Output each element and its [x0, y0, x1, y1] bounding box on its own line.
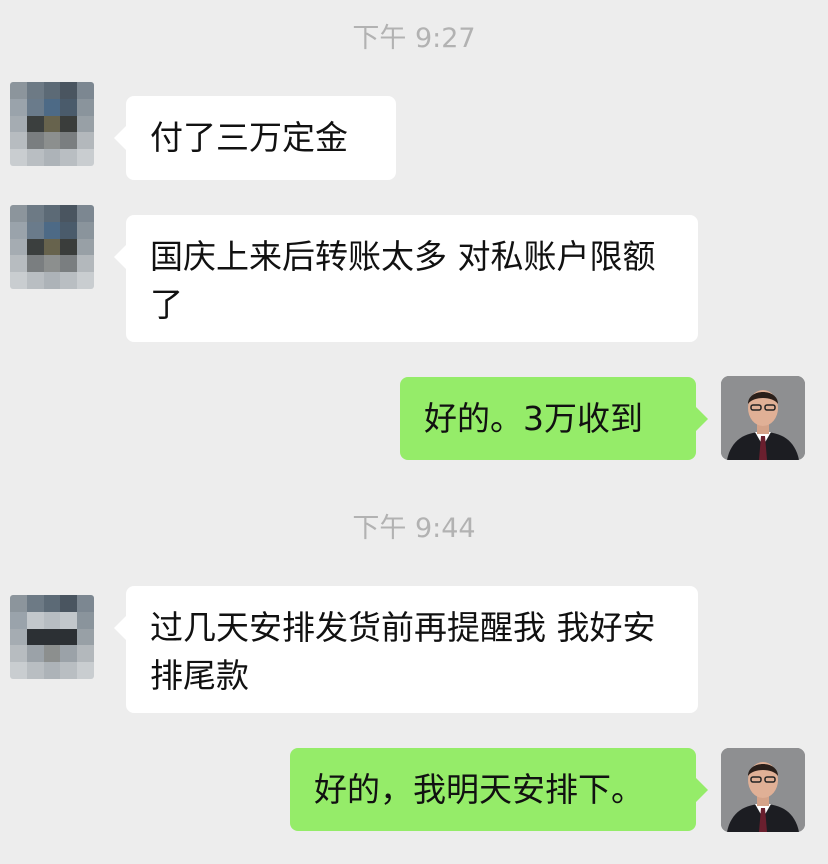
- message-bubble-outgoing[interactable]: 好的，我明天安排下。: [290, 748, 708, 831]
- contact-avatar[interactable]: [10, 82, 94, 166]
- pixelated-avatar-icon: [10, 205, 94, 289]
- contact-avatar[interactable]: [10, 595, 94, 679]
- user-avatar[interactable]: [721, 748, 805, 832]
- pixelated-avatar-icon: [10, 595, 94, 679]
- user-avatar[interactable]: [721, 376, 805, 460]
- message-bubble-incoming[interactable]: 付了三万定金: [114, 96, 396, 180]
- contact-avatar[interactable]: [10, 205, 94, 289]
- message-bubble-incoming[interactable]: 国庆上来后转账太多 对私账户限额了: [114, 215, 698, 342]
- message-bubble-outgoing[interactable]: 好的。3万收到: [400, 377, 708, 460]
- user-photo-avatar-icon: [721, 748, 805, 832]
- timestamp: 下午 9:27: [352, 23, 476, 54]
- user-photo-avatar-icon: [721, 376, 805, 460]
- timestamp: 下午 9:44: [352, 513, 476, 544]
- pixelated-avatar-icon: [10, 82, 94, 166]
- message-bubble-incoming[interactable]: 过几天安排发货前再提醒我 我好安排尾款: [114, 586, 698, 713]
